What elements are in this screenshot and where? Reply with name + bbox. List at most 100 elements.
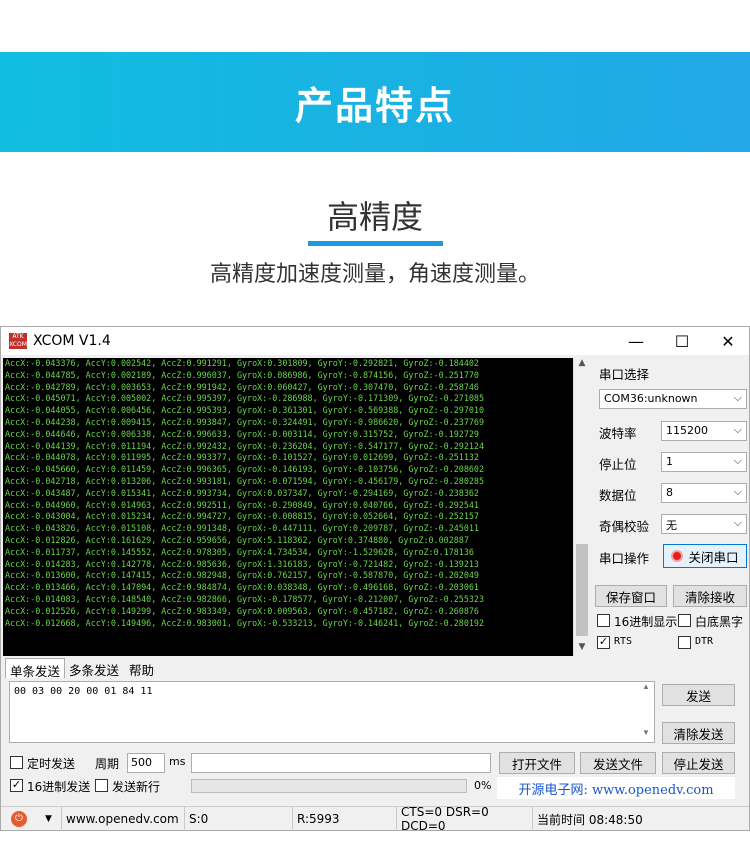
stop-bits-value: 1 — [666, 455, 673, 468]
dtr-checkbox[interactable] — [678, 636, 691, 649]
maximize-button[interactable]: ☐ — [659, 327, 705, 355]
console-line: AccX:-0.044078, AccY:0.011995, AccZ:0.99… — [5, 452, 479, 463]
port-value: COM36:unknown — [604, 392, 698, 405]
baud-select[interactable]: 115200 ⌵ — [661, 421, 747, 441]
console-line: AccX:-0.044238, AccY:0.009415, AccZ:0.99… — [5, 416, 485, 427]
console-line: AccX:-0.043004, AccY:0.015234, AccZ:0.99… — [5, 511, 479, 522]
xcom-window: ATK XCOM XCOM V1.4 — ☐ ✕ AccX:-0.043376,… — [0, 326, 750, 833]
rts-label: RTS — [614, 636, 633, 647]
port-operation-label: 串口操作 — [599, 551, 650, 566]
console-line: AccX:-0.044785, AccY:0.002189, AccZ:0.99… — [5, 369, 479, 380]
open-file-button[interactable]: 打开文件 — [499, 752, 575, 774]
port-select[interactable]: COM36:unknown ⌵ — [599, 389, 747, 409]
save-window-button[interactable]: 保存窗口 — [595, 585, 667, 607]
scroll-down-icon[interactable]: ▼ — [638, 728, 654, 742]
send-button[interactable]: 发送 — [662, 684, 735, 706]
window-title: XCOM V1.4 — [33, 333, 111, 349]
chevron-down-icon: ⌵ — [733, 485, 742, 498]
parity-value: 无 — [666, 519, 677, 532]
console-line: AccX:-0.044646, AccY:0.006338, AccZ:0.99… — [5, 428, 479, 439]
timed-send-checkbox[interactable] — [10, 756, 23, 769]
close-port-button[interactable]: 关闭串口 — [663, 544, 747, 568]
chevron-down-icon: ⌵ — [733, 423, 742, 436]
settings-menu[interactable]: ⏻ ▼ — [1, 807, 61, 831]
parity-select[interactable]: 无 ⌵ — [661, 514, 747, 534]
scroll-up-icon[interactable]: ▲ — [574, 358, 590, 372]
console-line: AccX:-0.043376, AccY:0.002542, AccZ:0.99… — [5, 358, 479, 368]
close-button[interactable]: ✕ — [705, 327, 750, 355]
data-bits-value: 8 — [666, 486, 673, 499]
status-time: 当前时间 08:48:50 — [537, 812, 643, 827]
tab-multi-send[interactable]: 多条发送 — [65, 658, 123, 678]
tab-help[interactable]: 帮助 — [125, 658, 158, 678]
port-label: 串口选择 — [599, 367, 650, 382]
clear-send-button[interactable]: 清除发送 — [662, 722, 735, 744]
newline-checkbox[interactable] — [95, 779, 108, 792]
close-port-label: 关闭串口 — [688, 549, 739, 565]
console-line: AccX:-0.011737, AccY:0.145552, AccZ:0.97… — [5, 546, 474, 557]
minimize-button[interactable]: — — [613, 327, 659, 355]
console-line: AccX:-0.012526, AccY:0.149299, AccZ:0.98… — [5, 605, 479, 616]
scroll-up-icon[interactable]: ▲ — [638, 682, 654, 696]
file-path-input[interactable] — [191, 753, 491, 773]
dtr-label: DTR — [695, 636, 714, 647]
rts-checkbox[interactable]: ✓ — [597, 636, 610, 649]
data-bits-select[interactable]: 8 ⌵ — [661, 483, 747, 503]
title-bar: ATK XCOM XCOM V1.4 — ☐ ✕ — [1, 327, 749, 355]
console-line: AccX:-0.012826, AccY:0.161629, AccZ:0.95… — [5, 534, 469, 545]
banner-title: 产品特点 — [294, 83, 455, 128]
stop-bits-select[interactable]: 1 ⌵ — [661, 452, 747, 472]
status-sent: S:0 — [185, 807, 293, 831]
receive-console[interactable]: AccX:-0.043376, AccY:0.002542, AccZ:0.99… — [3, 358, 573, 656]
console-line: AccX:-0.044960, AccY:0.014963, AccZ:0.99… — [5, 499, 479, 510]
chevron-down-icon: ▼ — [45, 814, 52, 824]
site-banner[interactable]: 开源电子网: www.openedv.com — [497, 777, 735, 799]
chevron-down-icon: ⌵ — [733, 516, 742, 529]
newline-label: 发送新行 — [112, 780, 161, 794]
console-scrollbar[interactable]: ▲ ▼ — [573, 358, 589, 656]
app-logo-icon: ATK XCOM — [9, 333, 27, 349]
send-file-button[interactable]: 发送文件 — [580, 752, 656, 774]
console-line: AccX:-0.013600, AccY:0.147415, AccZ:0.98… — [5, 570, 479, 581]
title-underline — [308, 241, 443, 246]
console-line: AccX:-0.013466, AccY:0.147094, AccZ:0.98… — [5, 582, 479, 593]
white-black-label: 白底黑字 — [695, 615, 744, 629]
status-bar: ⏻ ▼ www.openedv.com S:0 R:5993 CTS=0 DSR… — [1, 805, 749, 833]
hex-send-checkbox[interactable]: ✓ — [10, 779, 23, 792]
period-label: 周期 — [95, 757, 120, 771]
scroll-down-icon[interactable]: ▼ — [574, 642, 590, 656]
send-progress-bar — [191, 779, 467, 793]
console-line: AccX:-0.014083, AccY:0.148540, AccZ:0.98… — [5, 593, 485, 604]
data-bits-label: 数据位 — [599, 488, 637, 503]
section-title: 高精度 — [326, 198, 423, 236]
baud-label: 波特率 — [599, 426, 637, 441]
console-line: AccX:-0.012668, AccY:0.149496, AccZ:0.98… — [5, 617, 485, 628]
period-input[interactable]: 500 — [127, 753, 165, 773]
console-line: AccX:-0.042718, AccY:0.013206, AccZ:0.99… — [5, 475, 485, 486]
status-received: R:5993 — [293, 807, 397, 831]
send-textarea[interactable]: 00 03 00 20 00 01 84 11 ▲ ▼ — [9, 681, 655, 743]
stop-bits-label: 停止位 — [599, 457, 637, 472]
console-line: AccX:-0.044139, AccY:0.011194, AccZ:0.99… — [5, 440, 485, 451]
period-unit: ms — [169, 755, 186, 768]
timed-send-label: 定时发送 — [27, 757, 76, 771]
section-subtitle: 高精度加速度测量，角速度测量。 — [209, 262, 540, 287]
port-status-icon — [671, 550, 684, 562]
hex-display-label: 16进制显示 — [614, 615, 678, 629]
banner: 产品特点 — [0, 52, 750, 152]
console-line: AccX:-0.014283, AccY:0.142778, AccZ:0.98… — [5, 558, 479, 569]
stop-send-button[interactable]: 停止发送 — [662, 752, 735, 774]
console-line: AccX:-0.045660, AccY:0.011459, AccZ:0.99… — [5, 464, 485, 475]
chevron-down-icon: ⌵ — [733, 454, 742, 467]
hex-display-checkbox[interactable] — [597, 614, 610, 627]
send-text: 00 03 00 20 00 01 84 11 — [14, 686, 153, 697]
clear-receive-button[interactable]: 清除接收 — [673, 585, 747, 607]
tab-single-send[interactable]: 单条发送 — [5, 658, 66, 679]
console-line: AccX:-0.042789, AccY:0.003653, AccZ:0.99… — [5, 381, 479, 392]
baud-value: 115200 — [666, 424, 708, 437]
hex-send-label: 16进制发送 — [27, 780, 91, 794]
console-line: AccX:-0.043487, AccY:0.015341, AccZ:0.99… — [5, 487, 479, 498]
white-black-checkbox[interactable] — [678, 614, 691, 627]
status-url[interactable]: www.openedv.com — [61, 807, 185, 831]
scrollbar-thumb[interactable] — [576, 544, 588, 636]
